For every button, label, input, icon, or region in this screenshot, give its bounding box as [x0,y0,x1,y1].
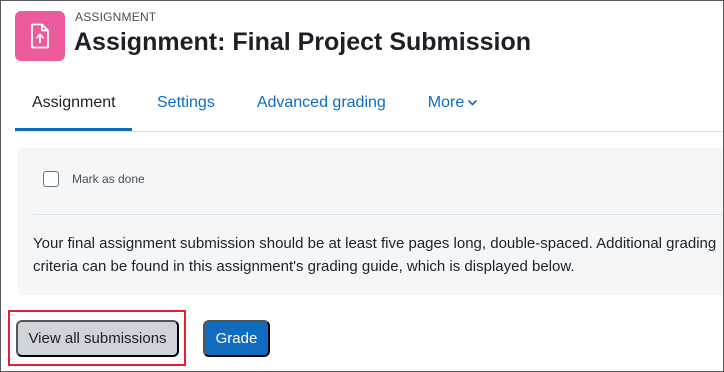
tab-advanced-grading[interactable]: Advanced grading [240,75,403,131]
tabs-divider [15,131,723,132]
page-title: Assignment: Final Project Submission [74,28,532,56]
activity-description-panel: Mark as done Your final assignment submi… [17,148,723,295]
secondary-navigation: Assignment Settings Advanced grading Mor… [15,75,723,131]
tab-assignment-label: Assignment [32,94,116,111]
tab-settings[interactable]: Settings [140,75,232,131]
assignment-description: Your final assignment submission should … [33,235,717,275]
grade-button[interactable]: Grade [203,320,270,357]
mark-as-done-toggle[interactable]: Mark as done [43,171,145,187]
tab-assignment[interactable]: Assignment [15,75,132,131]
chevron-down-icon [468,100,478,106]
tab-advanced-grading-label: Advanced grading [256,94,386,111]
tab-settings-label: Settings [157,94,215,111]
tab-more-label: More [427,94,465,111]
assignment-upload-icon [15,11,65,61]
tab-more[interactable]: More [411,75,494,131]
mark-as-done-checkbox[interactable] [43,171,59,187]
view-all-submissions-button[interactable]: View all submissions [16,320,179,357]
mark-as-done-label: Mark as done [72,172,145,186]
assignment-page: ASSIGNMENT Assignment: Final Project Sub… [0,0,724,372]
activity-type-label: ASSIGNMENT [75,10,157,24]
panel-divider [33,214,723,215]
